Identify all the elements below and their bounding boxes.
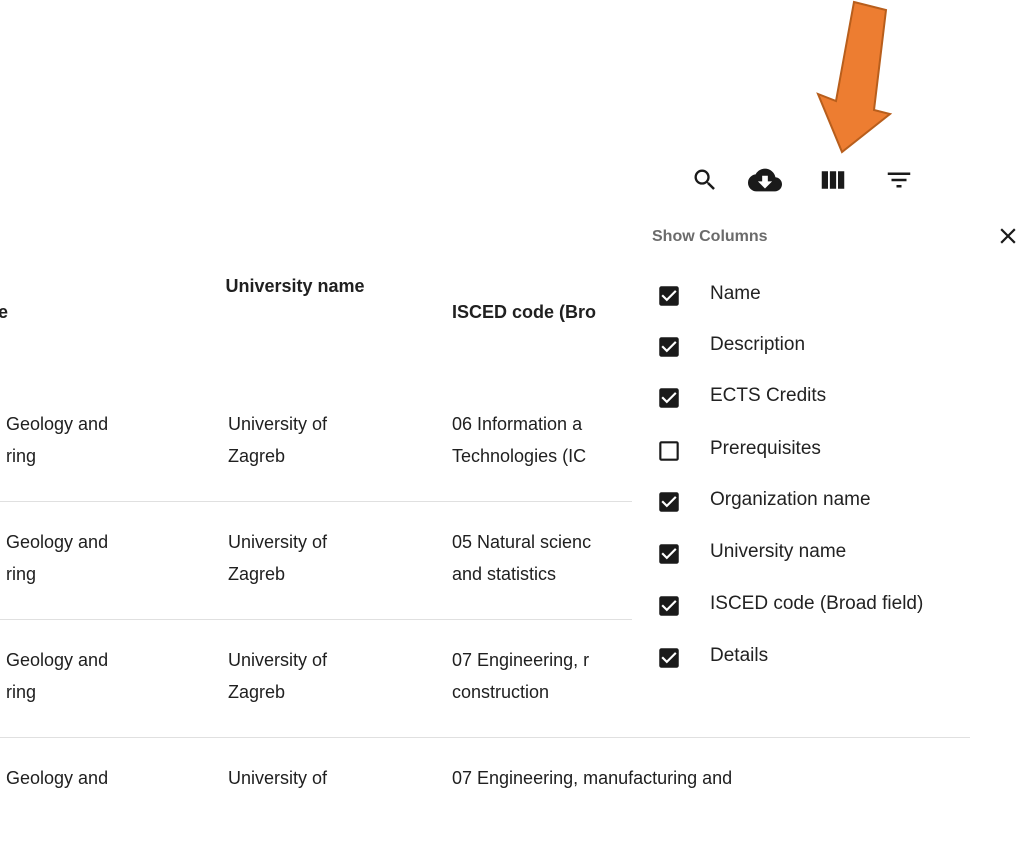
checkbox-checked-icon[interactable]	[656, 385, 682, 411]
column-header-isced[interactable]: ISCED code (Bro	[452, 296, 622, 328]
column-option-label: ECTS Credits	[710, 385, 827, 406]
column-option-description[interactable]: Description	[652, 329, 1022, 369]
cell-university: University of Zagreb	[228, 650, 328, 702]
search-button[interactable]	[685, 160, 725, 200]
checkbox-checked-icon[interactable]	[656, 489, 682, 515]
column-header-university[interactable]: University name	[220, 270, 370, 302]
view-columns-icon	[821, 171, 845, 189]
cell-organization: Geology and	[6, 768, 109, 788]
column-option-label: University name	[710, 541, 847, 562]
table-toolbar	[683, 160, 923, 200]
annotation-arrow	[816, 0, 893, 154]
column-option-label: Name	[710, 283, 761, 304]
column-option-ects-credits[interactable]: ECTS Credits	[652, 380, 1022, 420]
column-option-details[interactable]: Details	[652, 640, 1022, 680]
column-option-label: ISCED code (Broad field)	[710, 593, 924, 614]
cell-university: University of	[228, 768, 328, 788]
filter-list-icon	[887, 172, 911, 188]
close-button[interactable]	[988, 216, 1028, 256]
table-row: Geology and University of 07 Engineering…	[0, 737, 970, 855]
checkbox-checked-icon[interactable]	[656, 334, 682, 360]
column-option-label: Organization name	[710, 489, 871, 510]
column-option-label: Details	[710, 645, 769, 666]
cloud-download-icon	[748, 168, 782, 192]
show-columns-popover: Show Columns Name Description ECTS Credi…	[632, 210, 1029, 690]
cell-isced: 07 Engineering, r construction	[452, 650, 590, 702]
search-icon	[694, 169, 715, 190]
checkbox-checked-icon[interactable]	[656, 593, 682, 619]
view-columns-button[interactable]	[813, 160, 853, 200]
table-header: e University name ISCED code (Bro	[0, 270, 640, 360]
checkbox-checked-icon[interactable]	[656, 283, 682, 309]
cell-organization: Geology and ring	[6, 532, 109, 584]
cell-university: University of Zagreb	[228, 414, 328, 466]
checkbox-checked-icon[interactable]	[656, 541, 682, 567]
column-option-label: Prerequisites	[710, 438, 821, 459]
column-option-label: Description	[710, 334, 806, 355]
checkbox-unchecked-icon[interactable]	[656, 438, 682, 464]
column-option-isced-code[interactable]: ISCED code (Broad field)	[652, 588, 1022, 628]
cell-organization: Geology and ring	[6, 414, 109, 466]
checkbox-checked-icon[interactable]	[656, 645, 682, 671]
column-option-name[interactable]: Name	[652, 278, 1022, 318]
column-header-organization[interactable]: e	[0, 296, 8, 328]
cell-university: University of Zagreb	[228, 532, 328, 584]
show-columns-title: Show Columns	[652, 228, 768, 245]
column-option-prerequisites[interactable]: Prerequisites	[652, 433, 1022, 473]
cell-organization: Geology and ring	[6, 650, 109, 702]
column-option-university-name[interactable]: University name	[652, 536, 1022, 576]
cell-isced: 05 Natural scienc and statistics	[452, 532, 592, 584]
cell-isced: 06 Information a Technologies (IC	[452, 414, 587, 466]
download-csv-button[interactable]	[745, 160, 785, 200]
filter-button[interactable]	[879, 160, 919, 200]
close-icon	[1000, 228, 1016, 244]
column-option-organization-name[interactable]: Organization name	[652, 484, 1022, 524]
cell-isced: 07 Engineering, manufacturing and	[452, 768, 733, 788]
annotation-arrow-shape	[816, 0, 893, 154]
